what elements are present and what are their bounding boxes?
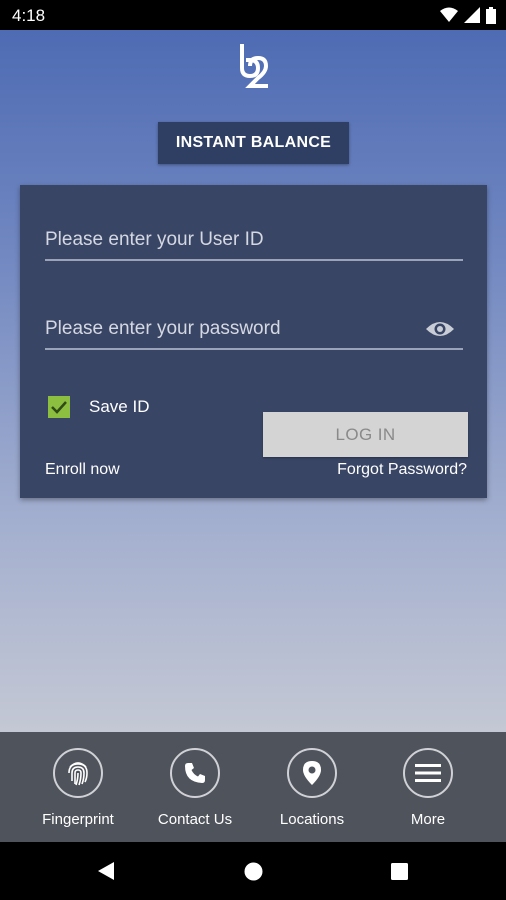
eye-icon[interactable] — [425, 317, 455, 341]
menu-icon — [415, 764, 441, 782]
more-button[interactable] — [403, 748, 453, 798]
fingerprint-icon — [68, 762, 88, 786]
login-button[interactable]: LOG IN — [263, 412, 468, 457]
contact-us-button[interactable] — [170, 748, 220, 798]
password-input[interactable] — [45, 312, 415, 346]
signal-icon — [464, 7, 480, 23]
save-id-toggle[interactable]: Save ID — [48, 396, 149, 418]
nav-label-fingerprint: Fingerprint — [42, 811, 114, 828]
save-id-checkbox[interactable] — [48, 396, 70, 418]
nav-item-contact-us[interactable]: Contact Us — [137, 748, 253, 828]
fingerprint-button[interactable] — [53, 748, 103, 798]
wifi-icon — [440, 7, 458, 22]
password-field — [45, 312, 463, 350]
battery-icon — [486, 6, 496, 24]
system-nav-bar — [0, 842, 506, 900]
status-time: 4:18 — [12, 6, 46, 25]
checkmark-icon — [51, 401, 67, 414]
locations-button[interactable] — [287, 748, 337, 798]
status-icons — [440, 6, 496, 24]
nav-item-locations[interactable]: Locations — [254, 748, 370, 828]
login-card: Save ID LOG IN Enroll now Forgot Passwor… — [20, 185, 487, 498]
nav-label-locations: Locations — [279, 811, 345, 828]
b2-logo-icon — [240, 44, 269, 88]
user-id-input[interactable] — [45, 223, 415, 257]
nav-item-more[interactable]: More — [370, 748, 486, 828]
save-id-label: Save ID — [89, 397, 150, 416]
recents-icon[interactable] — [391, 863, 408, 880]
status-bar: 4:18 — [0, 0, 506, 30]
nav-item-fingerprint[interactable]: Fingerprint — [20, 748, 136, 828]
nav-label-contact-us: Contact Us — [157, 811, 233, 828]
nav-label-more: More — [410, 811, 446, 828]
enroll-link[interactable]: Enroll now — [45, 461, 120, 479]
back-icon[interactable] — [96, 861, 116, 881]
main-content: INSTANT BALANCE Save ID LOG IN Enroll no… — [0, 30, 506, 732]
home-icon[interactable] — [244, 862, 263, 881]
user-id-field — [45, 223, 463, 261]
phone-icon — [185, 763, 205, 783]
bottom-nav: Fingerprint Contact Us Locations More — [0, 732, 506, 842]
forgot-password-link[interactable]: Forgot Password? — [337, 461, 467, 479]
location-pin-icon — [303, 761, 321, 785]
instant-balance-button[interactable]: INSTANT BALANCE — [158, 122, 349, 164]
